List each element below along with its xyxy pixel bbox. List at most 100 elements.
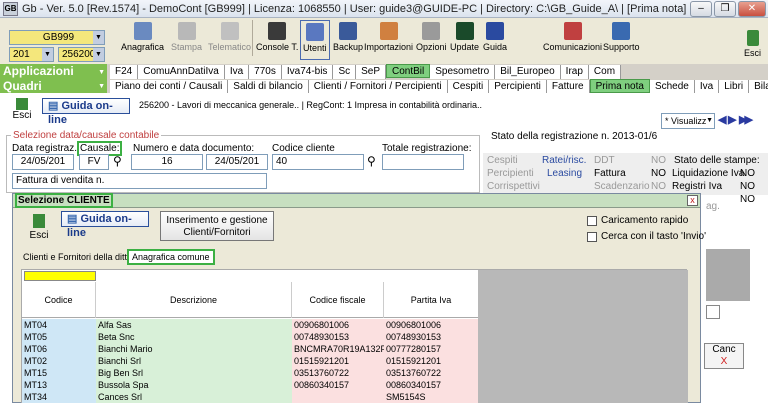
import-icon [379, 22, 398, 40]
toolbar-supporto[interactable]: Supporto [603, 20, 640, 60]
stato-corrispettivi: Corrispettivi [487, 181, 540, 192]
title-bar: GB Gb - Ver. 5.0 [Rev.1574] - DemoCont [… [0, 0, 768, 18]
toolbar-backup[interactable]: Backup [333, 20, 363, 60]
dialog-close-button[interactable]: x [687, 195, 698, 206]
minimize-button[interactable]: – [690, 1, 712, 17]
guida-online-button[interactable]: ▤ Guida on-line [42, 98, 130, 126]
menu-item-f24[interactable]: F24 [110, 65, 139, 79]
cell-partita-iva: 01515921201 [384, 355, 478, 367]
dialog-guida-button[interactable]: ▤ Guida on-line [61, 211, 149, 239]
table-row[interactable]: MT15 Big Ben Srl 03513760722 03513760722 [22, 367, 478, 379]
toolbar-guida[interactable]: Guida [483, 20, 507, 60]
stampe-partial: ag. [706, 201, 720, 212]
toolbar-esci[interactable]: Esci [744, 28, 761, 68]
cell-codice: MT34 [22, 391, 96, 403]
menu-item-770s[interactable]: 770s [249, 65, 282, 79]
visualizza-select[interactable]: * Visualizz ▼ [661, 113, 715, 129]
quadri-select[interactable]: Quadri ▼ [0, 79, 107, 93]
menu-item-iva74bis[interactable]: Iva74-bis [281, 65, 334, 79]
tab-clienti-ditta[interactable]: Clienti e Fornitori della ditta [23, 252, 132, 262]
data-documento-field[interactable]: 24/05/201 [206, 154, 268, 170]
work-esci-button[interactable]: Esci [11, 98, 33, 121]
table-container: Codice Descrizione Codice fiscale Partit… [21, 269, 688, 403]
nav-prev-icon[interactable]: ◀ [718, 113, 727, 126]
search-icon[interactable]: ⚲ [367, 154, 376, 168]
menu-item-sep[interactable]: SeP [356, 65, 387, 79]
dialog-esci-button[interactable]: Esci [27, 214, 51, 241]
side-checkbox[interactable] [706, 305, 720, 319]
cell-codice-fiscale: 01515921201 [292, 355, 384, 367]
toolbar-telematico[interactable]: Telematico [208, 20, 251, 60]
table-row[interactable]: MT04 Alfa Sas 00906801006 00906801006 [22, 319, 478, 331]
comunicazioni-icon [563, 22, 582, 40]
nav-last-icon[interactable]: ▶▶ [739, 113, 753, 126]
toolbar-update[interactable]: Update [450, 20, 479, 60]
table-row[interactable]: MT05 Beta Snc 00748930153 00748930153 [22, 331, 478, 343]
toolbar-stampa[interactable]: Stampa [171, 20, 202, 60]
toolbar-opzioni[interactable]: Opzioni [416, 20, 447, 60]
menu-item-saldi[interactable]: Saldi di bilancio [228, 80, 309, 94]
column-descrizione[interactable]: Descrizione [96, 282, 292, 318]
descrizione-field[interactable]: Fattura di vendita n. [12, 173, 267, 189]
menu-item-cespiti[interactable]: Cespiti [447, 80, 490, 94]
data-registrazione-field[interactable]: 24/05/201 [12, 154, 74, 170]
cell-codice-fiscale: 00906801006 [292, 319, 384, 331]
filter-input[interactable] [24, 271, 96, 281]
menu-item-irap[interactable]: Irap [560, 65, 589, 79]
toolbar-utenti[interactable]: Utenti [300, 20, 330, 60]
column-codice[interactable]: Codice [22, 282, 96, 318]
numero-documento-field[interactable]: 16 [131, 154, 203, 170]
menu-item-prima-nota[interactable]: Prima nota [589, 79, 650, 93]
menu-item-contbil[interactable]: ContBil [386, 64, 431, 78]
menu-item-fatture[interactable]: Fatture [546, 80, 590, 94]
data-label: Data registraz. [12, 143, 78, 154]
cell-descrizione: Bianchi Mario [96, 343, 292, 355]
stato-scadenzario-value: NO [651, 181, 666, 192]
restore-button[interactable]: ❒ [714, 1, 736, 17]
toolbar-separator [252, 20, 253, 56]
column-codice-fiscale[interactable]: Codice fiscale [292, 282, 384, 318]
menu-item-bilancio[interactable]: Bilancio [749, 80, 768, 94]
table-row[interactable]: MT34 Cances Srl SM5154S [22, 391, 478, 403]
codice-cliente-field[interactable]: 40 [272, 154, 364, 170]
menu-item-spesometro[interactable]: Spesometro [430, 65, 496, 79]
menu-item-iva[interactable]: Iva [224, 65, 250, 79]
menu-item-sc[interactable]: Sc [333, 65, 357, 79]
table-row[interactable]: MT13 Bussola Spa 00860340157 00860340157 [22, 379, 478, 391]
table-row[interactable]: MT02 Bianchi Srl 01515921201 01515921201 [22, 355, 478, 367]
canc-button[interactable]: Canc X [704, 343, 744, 369]
toolbar-anagrafica[interactable]: Anagrafica [121, 20, 164, 60]
menu-item-com[interactable]: Com [588, 65, 622, 79]
cerca-invio-checkbox[interactable] [587, 232, 597, 242]
menu-item-schede[interactable]: Schede [649, 80, 695, 94]
search-icon[interactable]: ⚲ [113, 154, 122, 168]
code-select[interactable]: 256200 - ▼ [58, 47, 105, 62]
totale-label: Totale registrazione: [382, 143, 472, 154]
year-select[interactable]: 201 ▼ [9, 47, 54, 62]
caricamento-rapido-checkbox[interactable] [587, 216, 597, 226]
nav-next-icon[interactable]: ▶ [728, 113, 737, 126]
help-book-icon [486, 22, 505, 40]
totale-field[interactable] [382, 154, 464, 170]
company-select[interactable]: GB999 ▼ [9, 30, 105, 45]
menu-item-libri[interactable]: Libri [719, 80, 750, 94]
menu-item-iva2[interactable]: Iva [694, 80, 720, 94]
numero-label: Numero e data documento: [133, 143, 255, 154]
table-row[interactable]: MT06 Bianchi Mario BNCMRA70R19A132P 0077… [22, 343, 478, 355]
toolbar-comunicazioni[interactable]: Comunicazioni [543, 20, 602, 60]
menu-item-bil-europeo[interactable]: Bil_Europeo [495, 65, 561, 79]
menu-item-percipienti[interactable]: Percipienti [489, 80, 547, 94]
close-button[interactable]: ✕ [738, 1, 766, 17]
menu-item-comuanndatiiva[interactable]: ComuAnnDatiIva [138, 65, 225, 79]
toolbar-console[interactable]: Console T. [256, 20, 298, 60]
chevron-down-icon: ▼ [42, 48, 53, 61]
menu-item-clienti-fornitori[interactable]: Clienti / Fornitori / Percipienti [308, 80, 448, 94]
toolbar-importazioni[interactable]: Importazioni [364, 20, 413, 60]
menu-item-piano-conti[interactable]: Piano dei conti / Causali [110, 80, 229, 94]
tab-anagrafica-comune[interactable]: Anagrafica comune [127, 249, 215, 265]
causale-field[interactable]: FV [79, 154, 109, 170]
inserimento-clienti-button[interactable]: Inserimento e gestione Clienti/Fornitori [160, 211, 274, 241]
applicazioni-select[interactable]: Applicazioni ▼ [0, 64, 107, 79]
stato-ratei: Ratei/risc. [542, 155, 587, 166]
column-partita-iva[interactable]: Partita Iva [384, 282, 478, 318]
